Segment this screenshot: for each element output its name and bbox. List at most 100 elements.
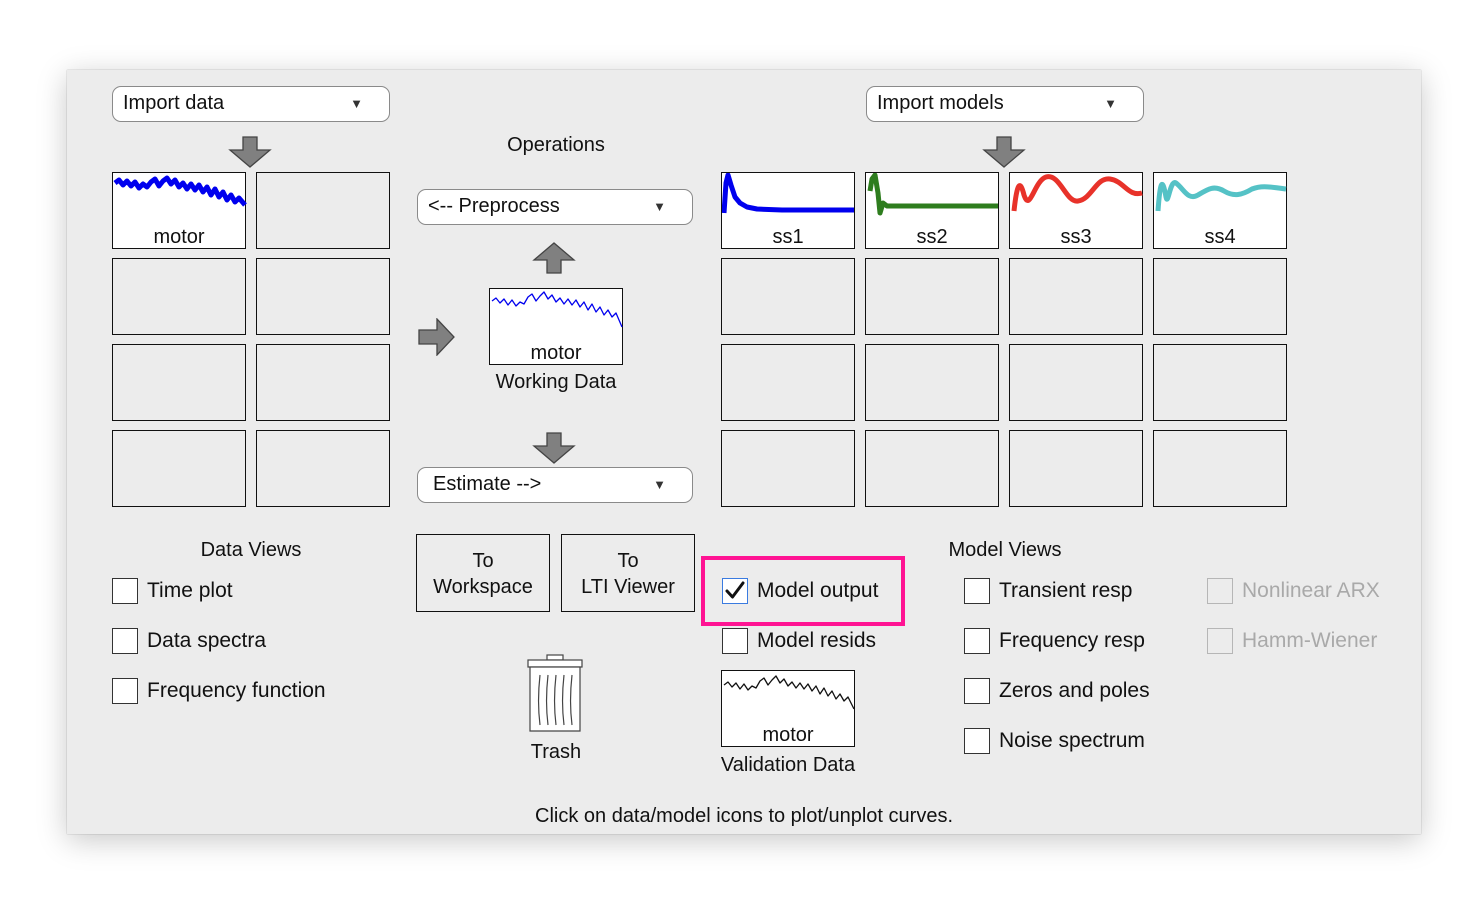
model-tile-empty[interactable] — [865, 430, 999, 507]
model-output-checkbox[interactable]: Model output — [722, 577, 878, 605]
model-tile-empty[interactable] — [1153, 258, 1287, 335]
data-tile-empty[interactable] — [256, 172, 390, 249]
chevron-down-icon: ▼ — [653, 199, 666, 214]
validation-data-tile[interactable]: motor — [721, 670, 855, 747]
import-models-label: Import models — [877, 92, 1004, 114]
model-tile-empty[interactable] — [1009, 258, 1143, 335]
motor-signal-thumbnail — [113, 175, 247, 207]
import-data-dropdown[interactable]: Import data ▼ — [112, 86, 390, 122]
transient-resp-checkbox[interactable]: Transient resp — [964, 577, 1132, 605]
model-tile-label: ss4 — [1204, 226, 1236, 248]
working-data-thumbnail — [491, 291, 623, 328]
ss3-response-thumbnail — [1011, 174, 1143, 212]
working-data-caption: Working Data — [495, 371, 617, 393]
checkbox-box[interactable] — [112, 578, 138, 604]
model-tile-ss3[interactable]: ss3 — [1009, 172, 1143, 249]
nonlinear-arx-checkbox: Nonlinear ARX — [1207, 577, 1380, 605]
data-tile-empty[interactable] — [256, 258, 390, 335]
time-plot-checkbox[interactable]: Time plot — [112, 577, 233, 605]
checkbox-box[interactable] — [112, 628, 138, 654]
preprocess-label: <-- Preprocess — [428, 195, 560, 217]
model-tile-empty[interactable] — [721, 258, 855, 335]
data-tile-label: motor — [153, 226, 205, 248]
checkbox-box[interactable] — [964, 678, 990, 704]
model-tile-label: ss3 — [1060, 226, 1092, 248]
to-lti-line1: To — [617, 550, 639, 572]
model-tile-empty[interactable] — [1153, 344, 1287, 421]
to-lti-line2: LTI Viewer — [581, 576, 675, 598]
model-output-label: Model output — [757, 579, 879, 602]
operations-title: Operations — [507, 134, 605, 156]
arrow-up-icon — [532, 242, 576, 274]
data-tile-empty[interactable] — [112, 430, 246, 507]
model-tile-empty[interactable] — [865, 258, 999, 335]
model-tile-label: ss2 — [916, 226, 948, 248]
data-tile-empty[interactable] — [112, 344, 246, 421]
checkbox-box[interactable] — [722, 578, 748, 604]
import-models-dropdown[interactable]: Import models ▼ — [866, 86, 1144, 122]
time-plot-label: Time plot — [147, 579, 233, 602]
import-data-label: Import data — [123, 92, 225, 114]
checkbox-box[interactable] — [112, 678, 138, 704]
frequency-resp-checkbox[interactable]: Frequency resp — [964, 627, 1145, 655]
arrow-down-icon — [982, 136, 1026, 168]
chevron-down-icon: ▼ — [1104, 96, 1117, 111]
data-tile-empty[interactable] — [256, 430, 390, 507]
data-spectra-checkbox[interactable]: Data spectra — [112, 627, 266, 655]
checkmark-icon — [725, 581, 745, 599]
arrow-right-icon — [418, 318, 455, 356]
validation-data-caption: Validation Data — [720, 754, 856, 776]
checkbox-box — [1207, 578, 1233, 604]
chevron-down-icon: ▼ — [350, 96, 363, 111]
model-tile-empty[interactable] — [865, 344, 999, 421]
data-tile-motor[interactable]: motor — [112, 172, 247, 249]
checkbox-box[interactable] — [964, 578, 990, 604]
trash-icon[interactable] — [525, 653, 585, 733]
model-tile-empty[interactable] — [721, 430, 855, 507]
checkbox-box[interactable] — [722, 628, 748, 654]
preprocess-dropdown[interactable]: <-- Preprocess ▼ — [417, 189, 693, 225]
to-workspace-line2: Workspace — [433, 576, 533, 598]
model-tile-empty[interactable] — [721, 344, 855, 421]
arrow-down-icon — [532, 432, 576, 464]
data-tile-empty[interactable] — [256, 344, 390, 421]
data-views-title: Data Views — [200, 539, 302, 561]
to-workspace-button[interactable]: To Workspace — [416, 534, 550, 612]
hamm-wiener-checkbox: Hamm-Wiener — [1207, 627, 1377, 655]
validation-data-name: motor — [762, 724, 814, 746]
to-lti-viewer-button[interactable]: To LTI Viewer — [561, 534, 695, 612]
model-views-title: Model Views — [948, 539, 1062, 561]
noise-spectrum-label: Noise spectrum — [999, 729, 1145, 752]
model-tile-ss2[interactable]: ss2 — [865, 172, 999, 249]
noise-spectrum-checkbox[interactable]: Noise spectrum — [964, 727, 1145, 755]
working-data-tile[interactable]: motor — [489, 288, 623, 365]
checkbox-box[interactable] — [964, 728, 990, 754]
to-workspace-line1: To — [472, 550, 494, 572]
frequency-function-label: Frequency function — [147, 679, 326, 702]
estimate-label: Estimate --> — [433, 473, 542, 495]
data-spectra-label: Data spectra — [147, 629, 267, 652]
ss4-response-thumbnail — [1155, 180, 1287, 212]
validation-data-thumbnail — [723, 675, 855, 710]
zeros-poles-label: Zeros and poles — [999, 679, 1150, 702]
status-bar-text: Click on data/model icons to plot/unplot… — [535, 805, 953, 827]
model-tile-empty[interactable] — [1009, 430, 1143, 507]
model-tile-empty[interactable] — [1009, 344, 1143, 421]
ident-window: Import data ▼ Import models ▼ motor Oper… — [67, 70, 1421, 834]
transient-resp-label: Transient resp — [999, 579, 1133, 602]
checkbox-box[interactable] — [964, 628, 990, 654]
data-tile-empty[interactable] — [112, 258, 246, 335]
model-resids-checkbox[interactable]: Model resids — [722, 627, 876, 655]
model-tile-ss4[interactable]: ss4 — [1153, 172, 1287, 249]
estimate-dropdown[interactable]: Estimate --> ▼ — [417, 467, 693, 503]
chevron-down-icon: ▼ — [653, 477, 666, 492]
nonlinear-arx-label: Nonlinear ARX — [1242, 579, 1380, 602]
frequency-resp-label: Frequency resp — [999, 629, 1145, 652]
frequency-function-checkbox[interactable]: Frequency function — [112, 677, 326, 705]
checkbox-box — [1207, 628, 1233, 654]
zeros-poles-checkbox[interactable]: Zeros and poles — [964, 677, 1150, 705]
hamm-wiener-label: Hamm-Wiener — [1242, 629, 1378, 652]
model-tile-ss1[interactable]: ss1 — [721, 172, 855, 249]
model-tile-empty[interactable] — [1153, 430, 1287, 507]
working-data-name: motor — [530, 342, 582, 364]
